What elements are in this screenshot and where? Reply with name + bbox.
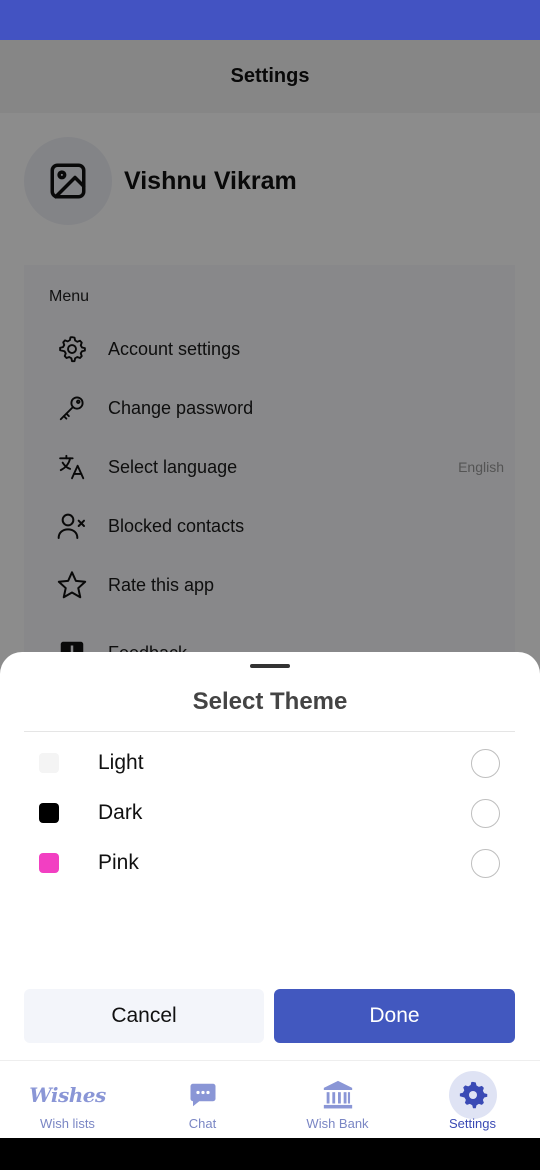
theme-radio[interactable] [471, 749, 500, 778]
divider [24, 731, 515, 732]
done-button[interactable]: Done [274, 989, 515, 1043]
nav-label: Settings [449, 1116, 496, 1131]
theme-option-label: Light [98, 751, 144, 774]
status-bar [0, 0, 540, 40]
nav-item-wish-bank[interactable]: Wish Bank [270, 1061, 405, 1139]
theme-swatch [39, 803, 59, 823]
cancel-button[interactable]: Cancel [24, 989, 264, 1043]
theme-swatch [39, 853, 59, 873]
theme-option-label: Pink [98, 851, 139, 874]
nav-label: Wish lists [40, 1116, 95, 1131]
nav-label: Chat [188, 1116, 217, 1131]
theme-option-dark[interactable]: Dark [0, 788, 540, 838]
settings-screen: Settings Vishnu Vikram Menu Account sett… [0, 40, 540, 1138]
theme-option-light[interactable]: Light [0, 738, 540, 788]
chat-icon [179, 1071, 227, 1119]
nav-item-settings[interactable]: Settings [405, 1061, 540, 1139]
wishes-logo-icon: Wishes [29, 1083, 106, 1107]
theme-radio[interactable] [471, 849, 500, 878]
system-nav-bar [0, 1138, 540, 1170]
bottom-navigation: Wishes Wish lists Chat Wish Bank Setting… [0, 1060, 540, 1138]
theme-swatch [39, 753, 59, 773]
nav-item-wish-lists[interactable]: Wishes Wish lists [0, 1061, 135, 1139]
theme-radio[interactable] [471, 799, 500, 828]
bank-icon [314, 1071, 362, 1119]
sheet-drag-handle[interactable] [250, 664, 290, 668]
nav-item-chat[interactable]: Chat [135, 1061, 270, 1139]
sheet-title: Select Theme [192, 688, 348, 715]
theme-option-label: Dark [98, 801, 143, 824]
gear-icon [448, 1071, 497, 1119]
nav-label: Wish Bank [306, 1116, 369, 1131]
theme-option-pink[interactable]: Pink [0, 838, 540, 888]
